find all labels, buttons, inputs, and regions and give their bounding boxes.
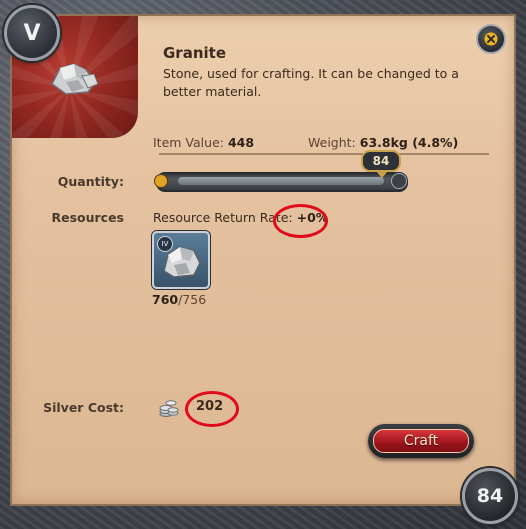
close-button[interactable]: [476, 24, 506, 54]
annotation-circle-silver: [185, 391, 239, 427]
close-icon: [484, 32, 498, 46]
resource-need: /756: [178, 292, 207, 307]
resource-count: 760/756: [152, 292, 206, 307]
item-value: 448: [227, 135, 255, 150]
resource-slot[interactable]: IV: [152, 231, 210, 289]
divider: [159, 153, 489, 155]
slider-max-button[interactable]: [391, 173, 407, 189]
item-description: Stone, used for crafting. It can be chan…: [163, 66, 459, 99]
resource-tier-badge: IV: [157, 236, 173, 252]
annotation-circle-return-rate: [273, 204, 328, 238]
corner-count-badge: 84: [462, 468, 518, 524]
craft-button-label: Craft: [373, 429, 469, 453]
item-value-label: Item Value:: [153, 135, 224, 150]
quantity-value-bubble[interactable]: 84: [361, 150, 401, 178]
resources-label: Resources: [51, 210, 124, 225]
item-weight-label: Weight:: [308, 135, 356, 150]
granite-stone-icon: [51, 63, 99, 95]
slider-min-button[interactable]: [154, 174, 168, 188]
silver-coins-icon: [159, 400, 179, 417]
resource-have: 760: [152, 292, 179, 307]
quantity-slider[interactable]: [156, 172, 408, 192]
return-rate-label: Resource Return Rate:: [153, 210, 293, 225]
tier-badge: V: [4, 5, 60, 61]
quantity-label: Quantity:: [57, 174, 124, 189]
item-title: Granite: [163, 44, 226, 62]
item-weight: 63.8kg (4.8%): [359, 135, 459, 150]
craft-button[interactable]: Craft: [368, 424, 474, 458]
item-weight-stat: Weight: 63.8kg (4.8%): [308, 135, 458, 150]
item-value-stat: Item Value: 448: [153, 135, 254, 150]
silver-cost-label: Silver Cost:: [43, 400, 124, 415]
quantity-slider-fill: [178, 177, 384, 185]
